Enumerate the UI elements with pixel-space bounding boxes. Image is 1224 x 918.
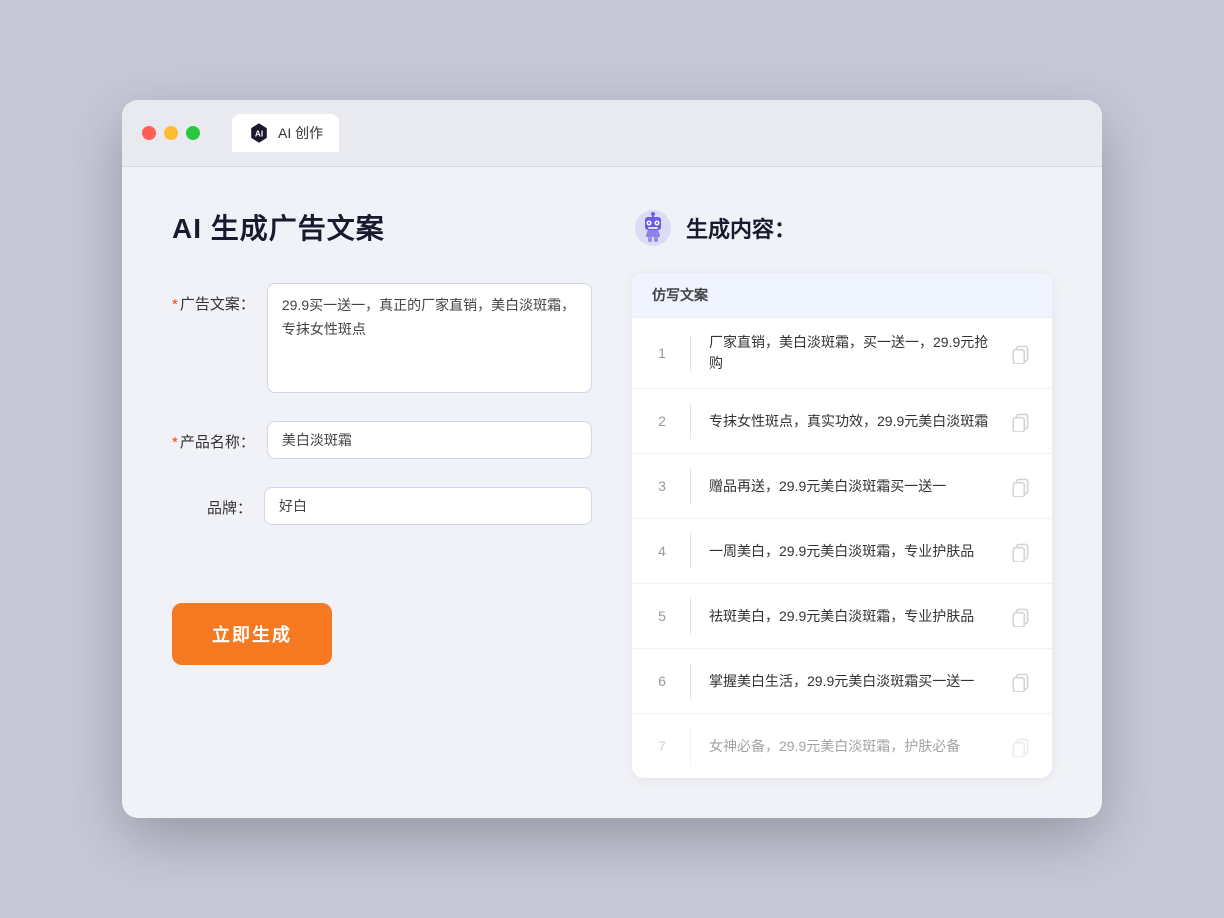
result-row: 1 厂家直销，美白淡斑霜，买一送一，29.9元抢购 <box>632 318 1052 389</box>
browser-titlebar: AI AI 创作 <box>122 100 1102 167</box>
brand-label: 品牌： <box>172 487 252 518</box>
result-row: 2 专抹女性斑点，真实功效，29.9元美白淡斑霜 <box>632 389 1052 454</box>
row-number: 3 <box>652 478 672 494</box>
row-number: 6 <box>652 673 672 689</box>
browser-content: AI 生成广告文案 *广告文案： 29.9买一送一，真正的厂家直销，美白淡斑霜，… <box>122 167 1102 818</box>
ad-copy-input[interactable]: 29.9买一送一，真正的厂家直销，美白淡斑霜，专抹女性斑点 <box>267 283 592 393</box>
row-text: 一周美白，29.9元美白淡斑霜，专业护肤品 <box>709 541 996 562</box>
result-row: 4 一周美白，29.9元美白淡斑霜，专业护肤品 <box>632 519 1052 584</box>
product-name-label: *产品名称： <box>172 421 255 452</box>
row-number: 4 <box>652 543 672 559</box>
copy-icon[interactable] <box>1010 605 1032 627</box>
ad-copy-label: *广告文案： <box>172 283 255 314</box>
ai-tab-icon: AI <box>248 122 270 144</box>
row-divider <box>690 598 691 634</box>
row-number: 2 <box>652 413 672 429</box>
results-list: 1 厂家直销，美白淡斑霜，买一送一，29.9元抢购 2 专抹女性斑点，真实功效，… <box>632 318 1052 778</box>
row-divider <box>690 468 691 504</box>
maximize-button[interactable] <box>186 126 200 140</box>
row-divider <box>690 533 691 569</box>
right-panel: 生成内容： 仿写文案 1 厂家直销，美白淡斑霜，买一送一，29.9元抢购 2 专… <box>632 207 1052 778</box>
brand-group: 品牌： <box>172 487 592 525</box>
tab-label: AI 创作 <box>278 123 323 143</box>
row-text: 掌握美白生活，29.9元美白淡斑霜买一送一 <box>709 671 996 692</box>
copy-icon[interactable] <box>1010 670 1032 692</box>
result-row: 7 女神必备，29.9元美白淡斑霜，护肤必备 <box>632 714 1052 778</box>
result-row: 6 掌握美白生活，29.9元美白淡斑霜买一送一 <box>632 649 1052 714</box>
product-name-input[interactable] <box>267 421 592 459</box>
generate-button[interactable]: 立即生成 <box>172 603 332 665</box>
close-button[interactable] <box>142 126 156 140</box>
row-divider <box>690 663 691 699</box>
copy-icon[interactable] <box>1010 735 1032 757</box>
copy-icon[interactable] <box>1010 540 1032 562</box>
row-number: 5 <box>652 608 672 624</box>
copy-icon[interactable] <box>1010 410 1032 432</box>
ad-copy-group: *广告文案： 29.9买一送一，真正的厂家直销，美白淡斑霜，专抹女性斑点 <box>172 283 592 393</box>
required-star-2: * <box>172 434 178 451</box>
ai-creation-tab[interactable]: AI AI 创作 <box>232 114 339 152</box>
brand-input[interactable] <box>264 487 592 525</box>
right-header: 生成内容： <box>632 207 1052 249</box>
row-number: 1 <box>652 345 672 361</box>
table-header: 仿写文案 <box>632 273 1052 318</box>
traffic-lights <box>142 126 200 140</box>
robot-icon <box>632 207 674 249</box>
required-star-1: * <box>172 296 178 313</box>
page-title: AI 生成广告文案 <box>172 207 592 247</box>
copy-icon[interactable] <box>1010 475 1032 497</box>
svg-text:AI: AI <box>255 130 263 139</box>
left-panel: AI 生成广告文案 *广告文案： 29.9买一送一，真正的厂家直销，美白淡斑霜，… <box>172 207 592 778</box>
row-number: 7 <box>652 738 672 754</box>
results-table: 仿写文案 1 厂家直销，美白淡斑霜，买一送一，29.9元抢购 2 专抹女性斑点，… <box>632 273 1052 778</box>
result-row: 5 祛斑美白，29.9元美白淡斑霜，专业护肤品 <box>632 584 1052 649</box>
row-divider <box>690 403 691 439</box>
row-text: 女神必备，29.9元美白淡斑霜，护肤必备 <box>709 736 996 757</box>
row-divider <box>690 335 691 371</box>
copy-icon[interactable] <box>1010 342 1032 364</box>
row-divider <box>690 728 691 764</box>
right-title: 生成内容： <box>686 212 796 244</box>
row-text: 赠品再送，29.9元美白淡斑霜买一送一 <box>709 476 996 497</box>
row-text: 祛斑美白，29.9元美白淡斑霜，专业护肤品 <box>709 606 996 627</box>
row-text: 专抹女性斑点，真实功效，29.9元美白淡斑霜 <box>709 411 996 432</box>
minimize-button[interactable] <box>164 126 178 140</box>
product-name-group: *产品名称： <box>172 421 592 459</box>
browser-window: AI AI 创作 AI 生成广告文案 *广告文案： 29.9买一送一，真正的厂家… <box>122 100 1102 818</box>
result-row: 3 赠品再送，29.9元美白淡斑霜买一送一 <box>632 454 1052 519</box>
row-text: 厂家直销，美白淡斑霜，买一送一，29.9元抢购 <box>709 332 996 374</box>
